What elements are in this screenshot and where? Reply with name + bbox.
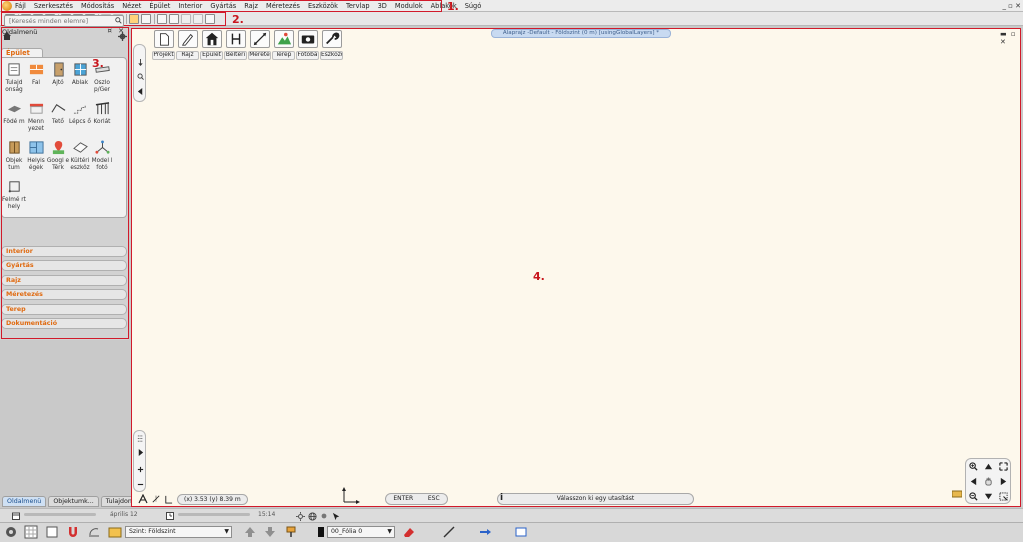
plus-icon[interactable]: [137, 466, 144, 473]
menu-help[interactable]: Súgó: [461, 0, 486, 12]
esc-key-button[interactable]: ESC: [428, 494, 440, 504]
canvas-title: Alaprajz -Default - Földszint (0 m) [usi…: [491, 29, 671, 38]
date-slider[interactable]: [24, 513, 96, 516]
chevron-down-icon: ▼: [387, 528, 392, 535]
collapse-left-icon[interactable]: [137, 88, 144, 95]
quick-drawing-button[interactable]: Rajz: [176, 30, 199, 61]
text-tool-icon[interactable]: [138, 494, 148, 504]
quick-interior-button[interactable]: Beltéri: [224, 30, 247, 61]
quick-project-button[interactable]: Projekt: [152, 30, 175, 61]
search-input[interactable]: [4, 15, 124, 27]
wrench-icon: [321, 30, 342, 48]
quick-terrain-button[interactable]: Terep: [272, 30, 295, 61]
clock-icon[interactable]: [166, 512, 174, 520]
marker-4: 4.: [533, 270, 545, 283]
sun-icon[interactable]: [296, 512, 305, 521]
paint-icon[interactable]: [284, 525, 298, 539]
rotate-icon[interactable]: [87, 525, 101, 539]
minus-icon[interactable]: [137, 481, 144, 488]
search-icon[interactable]: [115, 17, 122, 24]
zoom-window-icon[interactable]: [999, 492, 1008, 501]
level-dropdown[interactable]: Szint: Földszint ▼: [125, 526, 232, 538]
time-label: 15:14: [258, 511, 276, 518]
marker-3: 3.: [92, 57, 104, 70]
magnet-icon[interactable]: [66, 525, 80, 539]
pencil-icon: [177, 30, 198, 48]
vertical-toolbar-top: [133, 44, 146, 102]
globe-icon[interactable]: [308, 512, 317, 521]
settings-gear-icon[interactable]: [4, 525, 18, 539]
chevron-down-icon: ▼: [224, 528, 229, 535]
layers-folder-icon[interactable]: [108, 525, 122, 539]
pan-down-icon[interactable]: [984, 492, 993, 501]
line-style-icon[interactable]: [442, 525, 456, 539]
quick-building-button[interactable]: Épület: [200, 30, 223, 61]
enter-key-button[interactable]: ENTER: [393, 494, 413, 504]
expand-right-icon[interactable]: [137, 449, 144, 456]
highlight-side-panel: [1, 27, 129, 339]
date-label: április 12: [110, 511, 138, 518]
list-icon[interactable]: [137, 435, 144, 442]
quick-access-bar: Projekt Rajz Épület Beltéri Mérete Terep…: [152, 30, 343, 61]
calendar-icon[interactable]: [12, 512, 20, 520]
command-prompt: Válasszon ki egy utasítást: [497, 493, 694, 505]
grid-icon[interactable]: [24, 525, 38, 539]
camera-icon: [297, 30, 318, 48]
tab-side-menu[interactable]: Oldalmenü: [2, 496, 47, 507]
navigation-pad: [965, 458, 1011, 504]
side-panel-empty: [0, 340, 129, 496]
terrain-icon: [273, 30, 294, 48]
fit-view-icon[interactable]: [999, 462, 1008, 471]
key-buttons: ENTER ESC: [385, 493, 448, 505]
coordinate-readout: (x) 3.53 (y) 8.39 m: [177, 493, 248, 505]
dimension-icon: [249, 30, 270, 48]
vertical-toolbar-bottom: [133, 430, 146, 492]
canvas-window-controls[interactable]: ▬ ▫ ✕: [1000, 30, 1023, 46]
quick-photo-button[interactable]: Fotóba: [296, 30, 319, 61]
arrow-style-icon[interactable]: [478, 525, 492, 539]
coord-y: (y) 8.39 m: [209, 495, 241, 503]
quick-tools-button[interactable]: Eszközö: [320, 30, 343, 61]
building-icon: [201, 30, 222, 48]
pan-left-icon[interactable]: [969, 477, 978, 486]
zoom-in-icon[interactable]: [969, 462, 978, 471]
marker-2: 2.: [232, 13, 244, 26]
eraser-icon[interactable]: [402, 525, 416, 539]
project-icon: [153, 30, 174, 48]
pan-up-icon[interactable]: [984, 462, 993, 471]
highlight-menu: [1, 0, 442, 12]
coord-x: (x) 3.53: [184, 495, 208, 503]
pan-hand-icon[interactable]: [984, 477, 993, 486]
info-icon: i: [500, 493, 504, 503]
time-slider[interactable]: [178, 513, 250, 516]
chair-icon: [225, 30, 246, 48]
relative-coord-icon[interactable]: [164, 495, 173, 504]
view-frame-icon[interactable]: [514, 525, 528, 539]
quick-dimension-button[interactable]: Mérete: [248, 30, 271, 61]
zoom-icon[interactable]: [137, 73, 144, 80]
status-bar: [0, 508, 1023, 522]
dot-icon[interactable]: [320, 512, 328, 520]
axis-origin-icon: [342, 487, 360, 504]
layers-icon[interactable]: [952, 490, 962, 498]
frame-icon[interactable]: [45, 525, 59, 539]
layer-color-swatch: [318, 527, 324, 537]
drawing-canvas[interactable]: [131, 28, 1021, 507]
window-controls[interactable]: _ ▫ ✕: [1002, 0, 1021, 12]
zoom-out-icon[interactable]: [969, 492, 978, 501]
layer-dropdown[interactable]: 00_Fólia 0 ▼: [327, 526, 395, 538]
level-down-icon[interactable]: [263, 525, 277, 539]
tab-object-catalog[interactable]: Objektumk...: [48, 496, 99, 507]
side-panel-tabs: Oldalmenü Objektumk... Tulajdonsá...: [2, 496, 151, 507]
coordinate-bar: (x) 3.53 (y) 8.39 m: [138, 493, 262, 505]
cursor-icon[interactable]: [332, 512, 341, 521]
level-up-icon[interactable]: [243, 525, 257, 539]
pan-right-icon[interactable]: [999, 477, 1008, 486]
snap-icon[interactable]: [152, 495, 160, 503]
arrow-down-icon[interactable]: [137, 59, 144, 66]
